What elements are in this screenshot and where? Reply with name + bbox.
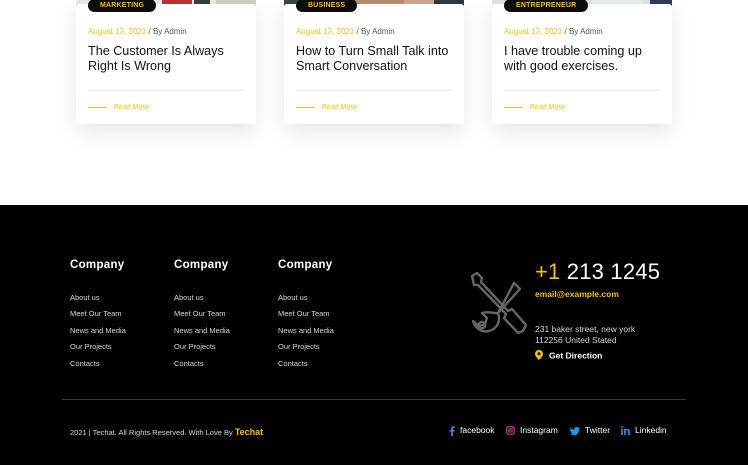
copyright: 2021 | Techat. All Rights Reserved. With… (70, 427, 263, 437)
category-tag[interactable]: Entrepreneur (504, 0, 589, 12)
social-link-instagram[interactable]: Instagram (506, 425, 558, 436)
divider (88, 90, 243, 91)
footer-link[interactable]: Contacts (70, 359, 126, 375)
footer-link[interactable]: Meet Our Team (278, 309, 334, 325)
footer-link[interactable]: News and Media (174, 326, 230, 342)
social-label: Instagram (520, 425, 558, 435)
social-label: Twitter (585, 425, 611, 435)
site-footer: Company About us Meet Our Team News and … (0, 205, 748, 465)
footer-link[interactable]: About us (70, 293, 126, 309)
twitter-icon (569, 426, 580, 436)
footer-link[interactable]: News and Media (278, 326, 334, 342)
post-meta: August 13, 2021 / By Admin (504, 27, 603, 36)
facebook-icon (449, 426, 455, 436)
post-author[interactable]: / By Admin (565, 27, 603, 36)
post-date[interactable]: August 13, 2021 (504, 27, 562, 36)
footer-link[interactable]: Our Projects (278, 342, 334, 358)
footer-link[interactable]: Contacts (174, 359, 230, 375)
footer-column: Company About us Meet Our Team News and … (174, 259, 230, 368)
divider (296, 90, 451, 91)
read-more-link[interactable]: Read More (296, 104, 357, 111)
divider (504, 90, 659, 91)
footer-column: Company About us Meet Our Team News and … (70, 259, 126, 368)
social-link-facebook[interactable]: facebook (449, 425, 495, 436)
card-body: Business August 13, 2021 / By Admin How … (284, 0, 464, 124)
read-more-line (296, 106, 315, 108)
social-label: Linkedin (635, 425, 667, 435)
card-body: Entrepreneur August 13, 2021 / By Admin … (492, 0, 672, 124)
footer-link[interactable]: Contacts (278, 359, 334, 375)
address-line: 112256 United Stated (535, 335, 617, 345)
footer-link-list: About us Meet Our Team News and Media Ou… (278, 293, 334, 375)
card-body: Marketing August 13, 2021 / By Admin The… (76, 0, 256, 124)
footer-link-list: About us Meet Our Team News and Media Ou… (70, 293, 126, 375)
phone-digits: 213 1245 (566, 259, 661, 284)
footer-column: Company About us Meet Our Team News and … (278, 259, 334, 368)
footer-link[interactable]: About us (278, 293, 334, 309)
footer-link-list: About us Meet Our Team News and Media Ou… (174, 293, 230, 375)
address-line: 231 baker street, new york (535, 324, 636, 334)
read-more-line (504, 106, 523, 108)
linkedin-icon (621, 426, 630, 436)
post-author[interactable]: / By Admin (149, 27, 187, 36)
blog-section: Marketing August 13, 2021 / By Admin The… (0, 0, 748, 205)
read-more-label: Read More (114, 104, 149, 111)
read-more-link[interactable]: Read More (88, 104, 149, 111)
post-title[interactable]: I have trouble coming up with good exerc… (504, 44, 662, 73)
post-meta: August 13, 2021 / By Admin (296, 27, 395, 36)
social-link-linkedin[interactable]: Linkedin (621, 425, 667, 436)
phone-number[interactable]: +1 213 1245 (535, 259, 660, 285)
blog-card[interactable]: Entrepreneur August 13, 2021 / By Admin … (492, 0, 672, 124)
wrench-screwdriver-icon (468, 271, 530, 349)
post-title[interactable]: How to Turn Small Talk into Smart Conver… (296, 44, 454, 73)
footer-column-title: Company (278, 259, 333, 271)
footer-link[interactable]: About us (174, 293, 230, 309)
post-title[interactable]: The Customer Is Always Right Is Wrong (88, 44, 246, 73)
footer-link[interactable]: Our Projects (174, 342, 230, 358)
footer-link[interactable]: Meet Our Team (70, 309, 126, 325)
get-direction-link[interactable]: Get Direction (535, 350, 602, 362)
post-date[interactable]: August 13, 2021 (296, 27, 354, 36)
blog-card[interactable]: Marketing August 13, 2021 / By Admin The… (76, 0, 256, 124)
map-pin-icon (535, 350, 543, 362)
read-more-label: Read More (322, 104, 357, 111)
blog-card[interactable]: Business August 13, 2021 / By Admin How … (278, 0, 470, 124)
read-more-label: Read More (530, 104, 565, 111)
category-tag[interactable]: Marketing (88, 0, 157, 12)
social-link-twitter[interactable]: Twitter (569, 425, 611, 436)
footer-link[interactable]: News and Media (70, 326, 126, 342)
instagram-icon (506, 426, 515, 436)
read-more-line (88, 106, 107, 108)
address: 231 baker street, new york 112256 United… (535, 324, 635, 346)
post-author[interactable]: / By Admin (357, 27, 395, 36)
phone-prefix: +1 (535, 259, 561, 284)
brand-link[interactable]: Techat (235, 427, 263, 437)
footer-link[interactable]: Our Projects (70, 342, 126, 358)
post-meta: August 13, 2021 / By Admin (88, 27, 187, 36)
footer-divider (62, 399, 686, 400)
footer-link[interactable]: Meet Our Team (174, 309, 230, 325)
footer-column-title: Company (174, 259, 229, 271)
post-date[interactable]: August 13, 2021 (88, 27, 146, 36)
category-tag[interactable]: Business (296, 0, 358, 12)
get-direction-label: Get Direction (549, 350, 603, 361)
copyright-text: 2021 | Techat. All Rights Reserved. With… (70, 428, 233, 437)
footer-column-title: Company (70, 259, 125, 271)
read-more-link[interactable]: Read More (504, 104, 565, 111)
social-label: facebook (460, 425, 495, 435)
email-link[interactable]: email@example.com (535, 289, 619, 299)
